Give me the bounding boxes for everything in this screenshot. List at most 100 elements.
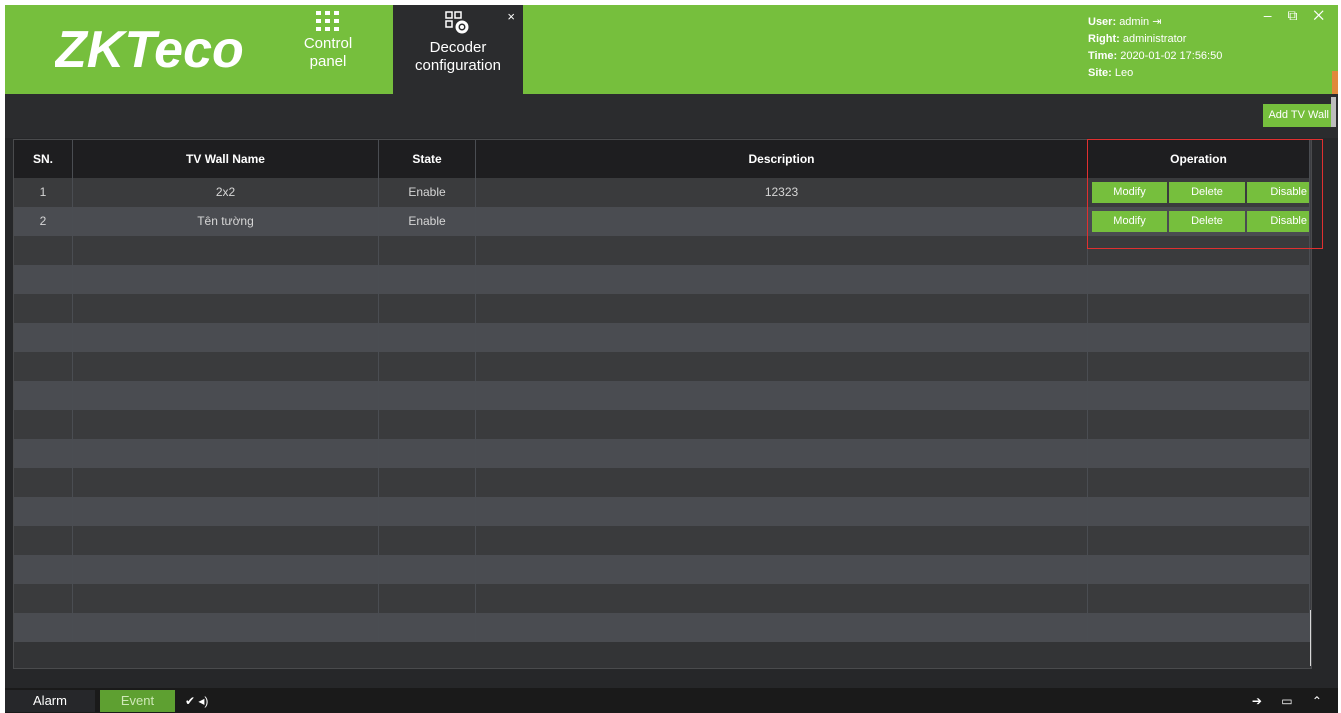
empty-cell	[73, 468, 379, 497]
empty-table-row	[14, 410, 1310, 439]
empty-cell	[14, 613, 73, 642]
empty-cell	[1088, 236, 1310, 265]
empty-cell	[73, 555, 379, 584]
empty-cell	[1088, 352, 1310, 381]
empty-table-row	[14, 381, 1310, 410]
nav-decoder-label1: Decoder	[429, 39, 487, 56]
empty-cell	[476, 410, 1088, 439]
empty-cell	[14, 584, 73, 613]
app-window: ZKTeco Control panel × Decoder configura…	[5, 5, 1338, 713]
empty-cell	[379, 439, 476, 468]
disable-button[interactable]: Disable	[1247, 182, 1309, 203]
toolbar: Add TV Wall	[5, 94, 1338, 138]
empty-cell	[73, 323, 379, 352]
delete-button[interactable]: Delete	[1169, 182, 1245, 203]
clear-and-sound-icons[interactable]: ✔ ◂)	[185, 690, 208, 712]
delete-button[interactable]: Delete	[1169, 211, 1245, 232]
empty-cell	[476, 381, 1088, 410]
logout-icon[interactable]: ⇥	[1152, 16, 1161, 28]
empty-table-row	[14, 497, 1310, 526]
decoder-config-icon	[445, 11, 469, 34]
empty-cell	[14, 526, 73, 555]
empty-table-row	[14, 352, 1310, 381]
empty-cell	[379, 497, 476, 526]
empty-cell	[379, 526, 476, 555]
header-bar: ZKTeco Control panel × Decoder configura…	[5, 5, 1338, 94]
empty-cell	[73, 410, 379, 439]
empty-cell	[73, 439, 379, 468]
empty-cell	[379, 410, 476, 439]
disable-button[interactable]: Disable	[1247, 211, 1309, 232]
header-description[interactable]: Description	[476, 140, 1088, 178]
empty-cell	[73, 497, 379, 526]
pin-maximize-collapse-icons[interactable]: ➔ ▭ ⌃	[1252, 690, 1330, 712]
nav-decoder-configuration[interactable]: × Decoder configuration	[393, 5, 523, 94]
table-scrollbar-track[interactable]	[1310, 140, 1311, 668]
time-line: Time: 2020-01-02 17:56:50	[1088, 50, 1223, 62]
empty-cell	[14, 439, 73, 468]
table-header: SN. TV Wall Name State Description Opera…	[14, 140, 1310, 178]
cell-description: 12323	[476, 178, 1088, 207]
empty-cell	[1088, 584, 1310, 613]
nav-decoder-label2: configuration	[415, 57, 501, 74]
svg-text:ZKTeco: ZKTeco	[55, 21, 244, 79]
cell-name: 2x2	[73, 178, 379, 207]
table-row[interactable]: 1 2x2 Enable 12323 Modify Delete Disable	[14, 178, 1310, 207]
empty-cell	[476, 584, 1088, 613]
table-row[interactable]: 2 Tên tường Enable Modify Delete Disable	[14, 207, 1310, 236]
empty-cell	[379, 613, 476, 642]
cell-name: Tên tường	[73, 207, 379, 236]
header-state[interactable]: State	[379, 140, 476, 178]
cell-sn: 1	[14, 178, 73, 207]
empty-cell	[73, 584, 379, 613]
user-line: User: admin ⇥	[1088, 16, 1162, 28]
add-tv-wall-button[interactable]: Add TV Wall	[1263, 104, 1334, 127]
empty-table-row	[14, 323, 1310, 352]
side-tab[interactable]	[1332, 71, 1338, 94]
empty-cell	[476, 236, 1088, 265]
header-name[interactable]: TV Wall Name	[73, 140, 379, 178]
page-scrollbar[interactable]	[1331, 97, 1336, 127]
empty-table-row	[14, 613, 1310, 642]
header-operation[interactable]: Operation	[1088, 140, 1310, 178]
empty-cell	[379, 584, 476, 613]
empty-cell	[1088, 555, 1310, 584]
zkteco-logo: ZKTeco	[55, 21, 244, 79]
empty-cell	[14, 555, 73, 584]
grid-icon	[316, 11, 339, 31]
empty-cell	[1088, 323, 1310, 352]
empty-cell	[476, 294, 1088, 323]
empty-cell	[476, 265, 1088, 294]
cell-description	[476, 207, 1088, 236]
empty-cell	[1088, 439, 1310, 468]
event-tab[interactable]: Event	[100, 690, 175, 712]
empty-cell	[73, 613, 379, 642]
empty-cell	[14, 468, 73, 497]
header-sn[interactable]: SN.	[14, 140, 73, 178]
close-icon[interactable]: ×	[507, 8, 515, 26]
empty-cell	[476, 497, 1088, 526]
empty-cell	[14, 294, 73, 323]
window-controls[interactable]: – ⧉ ✕	[1264, 7, 1330, 24]
empty-cell	[14, 410, 73, 439]
modify-button[interactable]: Modify	[1092, 182, 1167, 203]
empty-cell	[476, 323, 1088, 352]
empty-cell	[73, 294, 379, 323]
nav-control-panel[interactable]: Control panel	[288, 5, 368, 94]
empty-table-row	[14, 555, 1310, 584]
empty-cell	[379, 381, 476, 410]
empty-cell	[379, 323, 476, 352]
empty-cell	[379, 352, 476, 381]
alarm-tab[interactable]: Alarm	[5, 690, 95, 712]
empty-cell	[476, 352, 1088, 381]
cell-operation: Modify Delete Disable	[1088, 178, 1310, 207]
empty-cell	[14, 236, 73, 265]
empty-cell	[14, 381, 73, 410]
empty-table-row	[14, 468, 1310, 497]
table-scrollbar-thumb[interactable]	[1310, 610, 1311, 666]
tv-wall-table: SN. TV Wall Name State Description Opera…	[13, 139, 1312, 669]
cell-state: Enable	[379, 207, 476, 236]
empty-cell	[14, 497, 73, 526]
empty-cell	[73, 526, 379, 555]
modify-button[interactable]: Modify	[1092, 211, 1167, 232]
